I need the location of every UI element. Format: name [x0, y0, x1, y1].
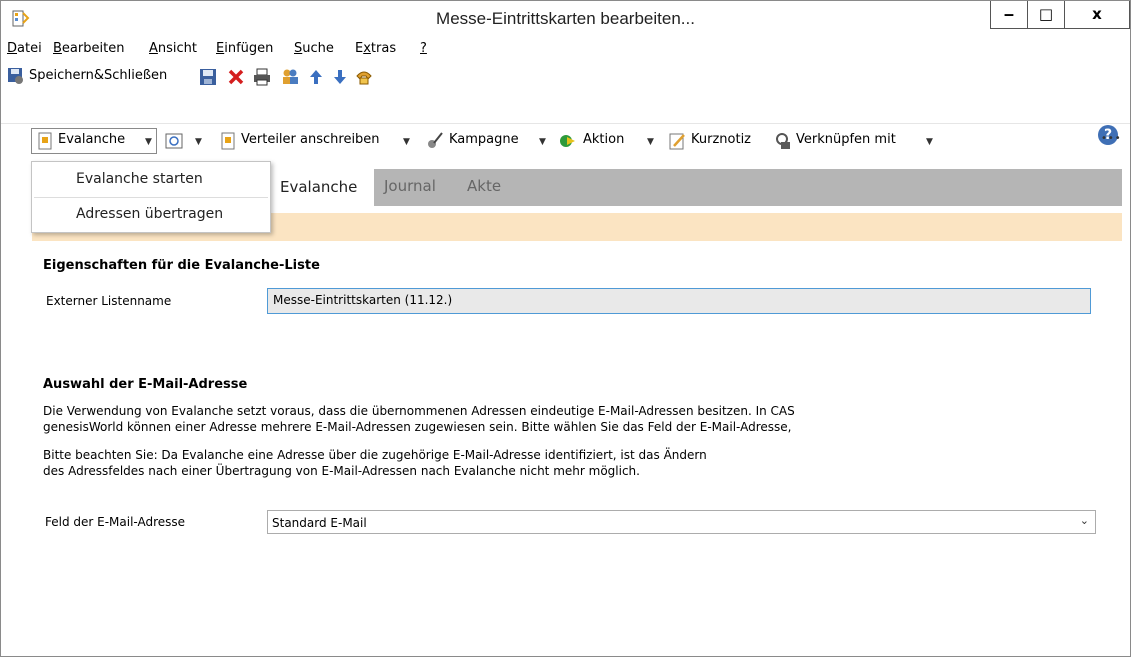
minimize-button[interactable]: ‒ — [990, 1, 1028, 29]
title-bar: Messe-Eintrittskarten bearbeiten... ‒ □ … — [1, 1, 1130, 37]
verknuepfen-button[interactable]: Verknüpfen mit — [796, 132, 896, 147]
toolbar-actions: Evalanche ▼ ▼ Verteiler anschreiben ▼ Ka… — [1, 125, 1130, 155]
print-icon[interactable] — [253, 68, 271, 86]
kurznotiz-button[interactable]: Kurznotiz — [691, 132, 751, 147]
chevron-down-icon[interactable]: ▼ — [403, 137, 410, 147]
email-field-label: Feld der E-Mail-Adresse — [45, 515, 186, 529]
listname-label: Externer Listenname — [46, 294, 172, 308]
menu-bearbeiten[interactable]: Bearbeiten — [53, 41, 124, 56]
document-icon — [221, 132, 235, 150]
email-field-value: Standard E-Mail — [272, 516, 367, 530]
tab-akte[interactable]: Akte — [467, 177, 501, 195]
warning-line: Bitte beachten Sie: Da Evalanche eine Ad… — [43, 448, 707, 462]
menu-help[interactable]: ? — [420, 41, 427, 56]
section-heading-properties: Eigenschaften für die Evalanche-Liste — [43, 258, 320, 273]
delete-icon[interactable] — [227, 68, 245, 86]
email-icon[interactable] — [165, 132, 183, 150]
chevron-down-icon: ▼ — [145, 137, 152, 147]
chevron-down-icon[interactable]: ▼ — [539, 137, 546, 147]
link-icon — [776, 133, 790, 149]
action-icon — [560, 135, 575, 147]
evalanche-dropdown-menu: Evalanche starten Adressen übertragen — [31, 161, 271, 233]
section-heading-email: Auswahl der E-Mail-Adresse — [43, 377, 248, 392]
toolbar-main: Speichern&Schließen ? — [1, 61, 1130, 145]
menu-bar: Datei Bearbeiten Ansicht Einfügen Suche … — [1, 38, 1130, 60]
warning-line: des Adressfeldes nach einer Übertragung … — [43, 464, 640, 478]
app-window: Messe-Eintrittskarten bearbeiten... ‒ □ … — [0, 0, 1131, 657]
kampagne-button[interactable]: Kampagne — [449, 132, 519, 147]
campaign-icon — [428, 132, 443, 148]
menu-item-evalanche-starten[interactable]: Evalanche starten — [76, 171, 203, 187]
menu-datei[interactable]: Datei — [7, 41, 42, 56]
note-icon — [669, 133, 685, 150]
close-button[interactable]: x — [1064, 1, 1130, 29]
users-icon[interactable] — [281, 67, 299, 85]
maximize-button[interactable]: □ — [1027, 1, 1065, 29]
chevron-down-icon[interactable]: ▼ — [647, 137, 654, 147]
chevron-down-icon[interactable]: ▼ — [926, 137, 933, 147]
tab-evalanche[interactable]: Evalanche — [270, 169, 374, 206]
window-title: Messe-Eintrittskarten bearbeiten... — [436, 9, 695, 28]
tab-evalanche-label: Evalanche — [280, 178, 358, 196]
menu-ansicht[interactable]: Ansicht — [149, 41, 197, 56]
tab-journal[interactable]: Journal — [384, 177, 436, 195]
arrow-down-icon[interactable] — [331, 68, 349, 86]
phone-icon[interactable] — [355, 67, 373, 85]
save-close-button[interactable]: Speichern&Schließen — [29, 68, 167, 83]
menu-einfuegen[interactable]: Einfügen — [216, 41, 273, 56]
email-field-select[interactable]: Standard E-Mail ⌄ — [267, 510, 1096, 534]
maximize-icon: □ — [1038, 5, 1054, 23]
menu-item-adressen-uebertragen[interactable]: Adressen übertragen — [76, 206, 223, 222]
save-close-icon — [8, 68, 23, 84]
chevron-down-icon: ⌄ — [1079, 514, 1089, 527]
verteiler-button[interactable]: Verteiler anschreiben — [241, 132, 380, 147]
aktion-button[interactable]: Aktion — [583, 132, 624, 147]
description-line: genesisWorld können einer Adresse mehrer… — [43, 420, 792, 434]
evalanche-label: Evalanche — [58, 132, 126, 147]
menu-divider — [34, 197, 268, 198]
menu-extras[interactable]: Extras — [355, 41, 396, 56]
listname-field[interactable]: Messe-Eintrittskarten (11.12.) — [267, 288, 1091, 314]
evalanche-icon — [38, 132, 52, 150]
toolbar-divider — [1, 123, 1130, 124]
save-icon[interactable] — [199, 68, 217, 86]
more-icon[interactable]: ••• — [1101, 133, 1122, 144]
description-line: Die Verwendung von Evalanche setzt vorau… — [43, 404, 795, 418]
close-icon: x — [1092, 5, 1102, 23]
arrow-up-icon[interactable] — [307, 68, 325, 86]
chevron-down-icon[interactable]: ▼ — [195, 137, 202, 147]
menu-suche[interactable]: Suche — [294, 41, 334, 56]
minimize-icon: ‒ — [1003, 5, 1015, 23]
